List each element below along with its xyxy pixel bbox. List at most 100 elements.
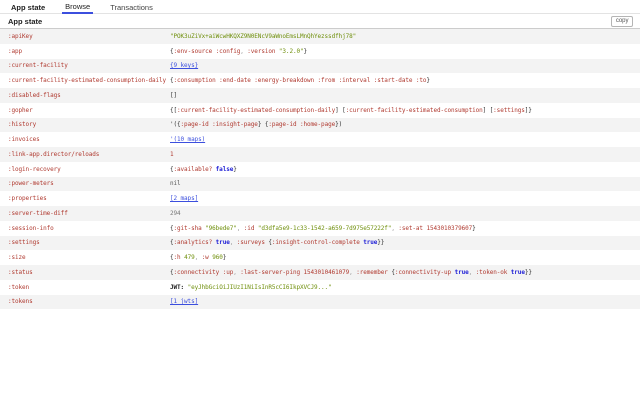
value-link[interactable]: '(10 maps)	[170, 136, 205, 143]
value-segment: {[	[170, 106, 178, 114]
value-segment: :page-id :insight-page	[180, 121, 258, 129]
value-segment: :analytics?	[173, 239, 216, 247]
value-segment: ,	[194, 254, 202, 262]
value-segment: :settings	[493, 106, 525, 114]
value-segment: ,	[468, 268, 476, 276]
value-segment: :available?	[173, 165, 216, 173]
value-segment: :current-facility-estimated-consumption-…	[177, 106, 336, 114]
value-segment: :surveys	[236, 239, 269, 247]
row-key: :login-recovery	[8, 165, 61, 173]
row-value: {[:current-facility-estimated-consumptio…	[170, 107, 640, 114]
value-segment: nil	[170, 180, 181, 188]
table-row: :apiKey "POK3uZiVx+aiWcwHKQXZ9N0ENcV9aWno…	[0, 29, 640, 44]
value-segment: :page-id :home-page	[268, 121, 336, 129]
row-value: {:analytics? true, :surveys {:insight-co…	[170, 239, 640, 246]
value-segment: :insight-control-complete	[271, 239, 364, 247]
value-segment: :remember	[356, 268, 392, 276]
table-row: :tokens [1 jwts]	[0, 294, 640, 310]
row-key: :settings	[8, 239, 40, 247]
value-segment: :consumption :end-date :energy-breakdown…	[173, 77, 427, 85]
row-value: [2 maps]	[170, 195, 640, 202]
value-segment: []	[170, 91, 178, 99]
table-row: :size {:h 479, :w 960}	[0, 250, 640, 265]
row-key: :server-time-diff	[8, 209, 68, 217]
value-segment: :last-server-ping	[240, 268, 304, 276]
row-value: {:consumption :end-date :energy-breakdow…	[170, 77, 640, 84]
value-segment: :w	[201, 254, 213, 262]
value-segment: "eyJhbGciOiJIUzI1NiIsInR5cCI6IkpXVCJ9...…	[187, 283, 332, 291]
table-row: :gopher {[:current-facility-estimated-con…	[0, 102, 640, 118]
row-value: {9 keys}	[170, 62, 640, 69]
table-row: :login-recovery {:available? false}	[0, 161, 640, 177]
table-row: :properties [2 maps]	[0, 191, 640, 206]
value-segment: 1	[170, 150, 174, 158]
table-row: :settings {:analytics? true, :surveys {:i…	[0, 235, 640, 251]
table-row: :invoices '(10 maps)	[0, 132, 640, 147]
row-key: :app	[8, 47, 23, 55]
row-key: :size	[8, 254, 26, 262]
value-segment: 479	[184, 254, 195, 262]
row-value: 1	[170, 151, 640, 158]
row-value: {:git-sha "96bede7", :id "d3dfa5e9-1c33-…	[170, 225, 640, 232]
row-value: [1 jwts]	[170, 298, 640, 305]
value-segment: "d3dfa5e9-1c33-1542-a659-7d975e57222f"	[257, 224, 392, 232]
row-key: :tokens	[8, 298, 33, 306]
value-segment: false	[215, 165, 234, 173]
value-link[interactable]: {9 keys}	[170, 62, 198, 69]
table-row: :history '({:page-id :insight-page} {:pag…	[0, 117, 640, 133]
value-segment: true	[454, 268, 469, 276]
state-table: :apiKey "POK3uZiVx+aiWcwHKQXZ9N0ENcV9aWno…	[0, 29, 640, 310]
row-value: {:env-source :config, :version "3.2.0"}	[170, 48, 640, 55]
table-row: :status {:connectivity :up, :last-server-…	[0, 265, 640, 280]
copy-button[interactable]: copy	[611, 15, 633, 27]
row-key: :token	[8, 283, 30, 291]
value-segment: true	[215, 239, 230, 247]
row-key: :properties	[8, 195, 47, 203]
value-segment: ,	[229, 239, 237, 247]
value-segment: ] [	[482, 106, 494, 114]
value-segment: ]}	[524, 106, 532, 114]
value-segment: }	[426, 77, 430, 85]
row-key: :disabled-flags	[8, 91, 61, 99]
value-segment: true	[363, 239, 378, 247]
app-state-inspector: App state Browse Transactions App state co…	[0, 0, 640, 400]
table-row: :app {:env-source :config, :version "3.2.…	[0, 43, 640, 59]
value-segment: })	[335, 121, 343, 129]
value-link[interactable]: [1 jwts]	[170, 298, 198, 305]
row-key: :apiKey	[8, 32, 33, 40]
row-value: "POK3uZiVx+aiWcwHKQXZ9N0ENcV9aWnoEmsLMnQ…	[170, 33, 640, 40]
value-segment: 294	[170, 209, 181, 217]
table-row: :power-meters nil	[0, 176, 640, 192]
table-row: :link-app.director/reloads 1	[0, 147, 640, 162]
row-key: :current-facility-estimated-consumption-…	[8, 77, 167, 85]
value-link[interactable]: [2 maps]	[170, 195, 198, 202]
value-segment: }}	[524, 268, 532, 276]
value-segment: }}	[377, 239, 385, 247]
row-value: '(10 maps)	[170, 136, 640, 143]
value-segment: "POK3uZiVx+aiWcwHKQXZ9N0ENcV9aWnoEmsLMnQ…	[170, 32, 357, 40]
value-segment: :token-ok	[475, 268, 511, 276]
tab-browse[interactable]: Browse	[62, 0, 94, 14]
table-row: :current-facility-estimated-consumption-…	[0, 73, 640, 88]
value-segment: }	[222, 254, 227, 262]
value-segment: :connectivity-up	[394, 268, 455, 276]
value-segment: 1543010379607	[426, 224, 473, 232]
row-key: :current-facility	[8, 62, 68, 70]
table-row: :session-info {:git-sha "96bede7", :id "d…	[0, 220, 640, 236]
value-segment: true	[510, 268, 525, 276]
value-segment: :connectivity :up	[173, 268, 234, 276]
row-key: :power-meters	[8, 180, 54, 188]
value-segment: ,	[236, 224, 244, 232]
row-value: '({:page-id :insight-page} {:page-id :ho…	[170, 121, 640, 128]
value-segment: :set-at	[398, 224, 427, 232]
row-key: :link-app.director/reloads	[8, 150, 100, 158]
tab-app-state[interactable]: App state	[8, 1, 48, 14]
value-segment: }	[233, 165, 237, 173]
tab-transactions[interactable]: Transactions	[107, 1, 156, 14]
value-segment: } {	[257, 121, 269, 129]
row-value: 294	[170, 210, 640, 217]
value-segment: :env-source :config	[173, 47, 241, 55]
value-segment: }	[472, 224, 476, 232]
value-segment: ] [	[335, 106, 346, 114]
row-key: :status	[8, 268, 33, 276]
